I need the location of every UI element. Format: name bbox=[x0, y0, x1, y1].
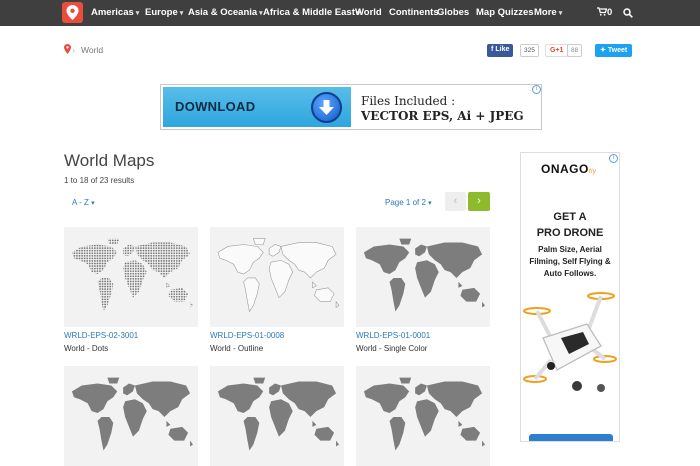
ad-cta-button[interactable] bbox=[529, 434, 613, 441]
nav-continents[interactable]: Continents bbox=[389, 7, 439, 18]
download-ad-button[interactable]: DOWNLOAD bbox=[163, 87, 351, 127]
search-icon[interactable] bbox=[623, 8, 633, 18]
tweet-button[interactable]: ✦ Tweet bbox=[595, 44, 633, 57]
download-arrow-icon bbox=[311, 92, 342, 123]
nav-americas[interactable]: Americas ▾ bbox=[91, 7, 139, 18]
sort-dropdown[interactable]: A - Z ▾ bbox=[72, 198, 95, 207]
world-map-image bbox=[217, 377, 340, 451]
top-nav: Americas ▾ Europe ▾ Asia & Oceania ▾ Africa… bbox=[0, 0, 700, 26]
gplus-count: 88 bbox=[567, 44, 583, 57]
map-pin-icon bbox=[66, 5, 79, 20]
ad-info-icon[interactable]: i bbox=[609, 154, 618, 163]
map-thumbnail[interactable] bbox=[356, 366, 490, 466]
product-title: World - Dots bbox=[64, 344, 109, 353]
ad-desc-3: Auto Follows. bbox=[543, 269, 597, 278]
banner-line-1: Files Included : bbox=[361, 94, 456, 108]
banner-ad[interactable]: DOWNLOAD Files Included : VECTOR EPS, Ai… bbox=[160, 84, 542, 130]
product-sku-link[interactable]: WRLD-EPS-01-0008 bbox=[210, 331, 284, 340]
chevron-down-icon: ▾ bbox=[91, 200, 95, 207]
cart-button[interactable]: 0 bbox=[597, 7, 612, 18]
ad-desc-1: Palm Size, Aerial bbox=[538, 245, 602, 254]
nav-globes[interactable]: Globes bbox=[437, 7, 469, 18]
map-thumbnail-solid[interactable] bbox=[356, 227, 490, 327]
world-map-image bbox=[71, 377, 194, 451]
nav-europe[interactable]: Europe ▾ bbox=[145, 7, 183, 18]
product-sku-link[interactable]: WRLD-EPS-02-3001 bbox=[64, 331, 138, 340]
map-thumbnail[interactable] bbox=[64, 366, 198, 466]
nav-map-quizzes[interactable]: Map Quizzes bbox=[476, 7, 534, 18]
breadcrumb-current: World bbox=[81, 45, 104, 55]
product-title: World - Outline bbox=[210, 344, 264, 353]
facebook-like-count: 325 bbox=[520, 44, 539, 57]
chevron-down-icon: ▾ bbox=[135, 10, 140, 17]
product-sku-link[interactable]: WRLD-EPS-01-0001 bbox=[356, 331, 430, 340]
ad-info-icon[interactable]: i bbox=[532, 85, 541, 94]
download-label: DOWNLOAD bbox=[175, 99, 256, 114]
prev-page-button[interactable]: ‹ bbox=[445, 192, 466, 211]
ad-brand-sub: fly bbox=[588, 169, 597, 175]
ad-headline-1: GET A bbox=[553, 211, 587, 223]
banner-line-2: VECTOR EPS, Ai + JPEG bbox=[361, 109, 524, 123]
map-thumbnail-outline[interactable] bbox=[210, 227, 344, 327]
nav-africa-middle-east[interactable]: Africa & Middle East ▾ bbox=[263, 7, 360, 18]
twitter-icon: ✦ bbox=[600, 47, 606, 54]
nav-more[interactable]: More ▾ bbox=[534, 7, 562, 18]
page-selector[interactable]: Page 1 of 2 ▾ bbox=[385, 198, 432, 207]
ad-brand: ONAGOfly bbox=[541, 162, 597, 176]
world-map-solid-image bbox=[363, 238, 486, 312]
chevron-down-icon: ▾ bbox=[428, 200, 432, 207]
product-title: World - Single Color bbox=[356, 344, 428, 353]
gplus-button[interactable]: G+1 bbox=[545, 44, 569, 57]
world-map-image bbox=[363, 377, 486, 451]
chevron-down-icon: ▾ bbox=[179, 10, 184, 17]
breadcrumb-separator: › bbox=[72, 45, 75, 55]
results-count: 1 to 18 of 23 results bbox=[64, 176, 135, 185]
nav-asia-oceania[interactable]: Asia & Oceania ▾ bbox=[188, 7, 263, 18]
map-thumbnail[interactable] bbox=[210, 366, 344, 466]
chevron-down-icon: ▾ bbox=[558, 10, 563, 17]
facebook-like-button[interactable]: f Like bbox=[487, 44, 514, 57]
cart-count: 0 bbox=[607, 7, 613, 18]
location-pin-icon bbox=[64, 44, 71, 54]
drone-image bbox=[523, 292, 617, 392]
cart-icon bbox=[597, 7, 608, 16]
world-map-dots-image bbox=[71, 238, 194, 312]
page-title: World Maps bbox=[64, 151, 155, 170]
nav-world[interactable]: World bbox=[355, 7, 382, 18]
world-map-outline-image bbox=[217, 238, 340, 312]
facebook-icon: f bbox=[491, 46, 494, 53]
map-thumbnail-dots[interactable] bbox=[64, 227, 198, 327]
ad-desc-2: Filming, Self Flying & bbox=[529, 257, 611, 266]
next-page-button[interactable]: › bbox=[468, 192, 490, 211]
site-logo[interactable] bbox=[62, 2, 83, 23]
sidebar-ad[interactable]: i ONAGOfly GET A PRO DRONE Palm Size, Ae… bbox=[520, 152, 620, 442]
ad-headline-2: PRO DRONE bbox=[536, 227, 604, 239]
